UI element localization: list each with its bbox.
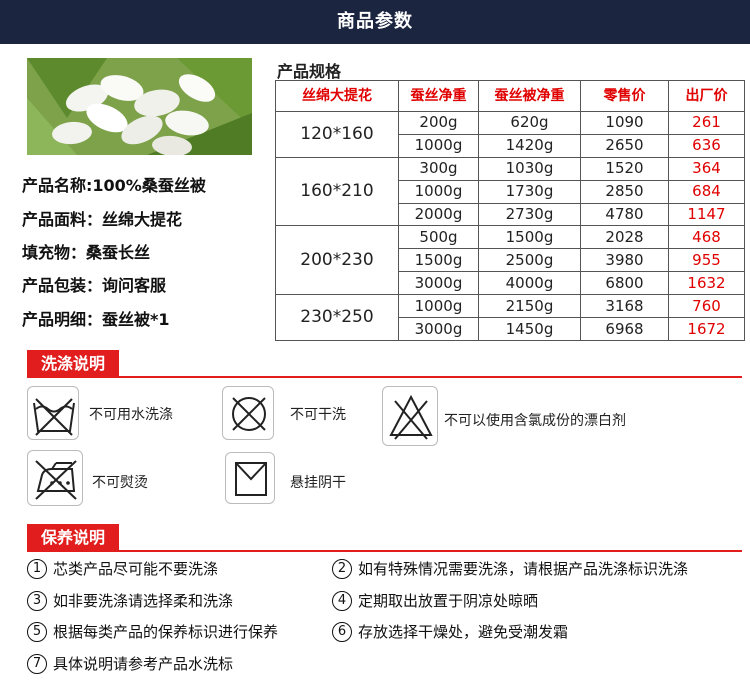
factory-price-cell: 261 — [668, 111, 745, 135]
page-title: 商品参数 — [337, 11, 413, 32]
retail-price-cell: 1090 — [580, 111, 669, 135]
silk-weight-cell: 200g — [398, 111, 479, 135]
factory-price-cell: 1672 — [668, 317, 745, 341]
care-text: 存放选择干燥处，避免受潮发霜 — [358, 623, 569, 641]
retail-price-cell: 2650 — [580, 133, 669, 158]
quilt-weight-cell: 4000g — [478, 271, 581, 296]
quilt-weight-cell: 1730g — [478, 179, 581, 204]
retail-price-cell: 6800 — [580, 271, 669, 296]
care-number: 5 — [27, 621, 47, 642]
quilt-weight-cell: 1030g — [478, 156, 581, 181]
silk-weight-cell: 1000g — [398, 294, 479, 319]
factory-price-cell: 684 — [668, 179, 745, 204]
retail-price-cell: 4780 — [580, 202, 669, 227]
no-iron-icon — [27, 450, 83, 506]
quilt-weight-cell: 1450g — [478, 317, 581, 341]
quilt-weight-cell: 620g — [478, 111, 581, 135]
header-quilt-weight: 蚕丝被净重 — [478, 80, 581, 112]
product-photo — [27, 58, 252, 155]
spec-title: 产品规格 — [277, 62, 342, 81]
hang-dry-shade-icon — [225, 452, 275, 504]
retail-price-cell: 1520 — [580, 156, 669, 181]
wash-section-tag: 洗涤说明 — [27, 350, 119, 377]
care-item: 5 根据每类产品的保养标识进行保养 — [27, 621, 278, 642]
header-retail-price: 零售价 — [580, 80, 669, 112]
care-number: 4 — [332, 590, 352, 611]
care-number: 1 — [27, 558, 47, 579]
care-item: 2 如有特殊情况需要洗涤，请根据产品洗涤标识洗涤 — [332, 558, 688, 579]
care-text: 定期取出放置于阴凉处晾晒 — [358, 592, 539, 610]
silk-weight-cell: 3000g — [398, 317, 479, 341]
factory-price-cell: 636 — [668, 133, 745, 158]
table-row: 200*230 500g 1500g 2028 468 — [275, 225, 745, 296]
care-number: 2 — [332, 558, 352, 579]
header-silk-weight: 蚕丝净重 — [398, 80, 479, 112]
retail-price-cell: 6968 — [580, 317, 669, 341]
care-text: 芯类产品尽可能不要洗涤 — [53, 560, 219, 578]
quilt-weight-cell: 2500g — [478, 248, 581, 273]
no-dry-clean-icon — [222, 386, 274, 440]
silk-weight-cell: 1000g — [398, 133, 479, 158]
header-size: 丝绵大提花 — [275, 80, 399, 112]
factory-price-cell: 364 — [668, 156, 745, 181]
wash-label: 不可以使用含氯成份的漂白剂 — [444, 413, 626, 429]
size-cell: 200*230 — [275, 225, 399, 296]
care-number: 7 — [27, 653, 47, 674]
care-text: 根据每类产品的保养标识进行保养 — [53, 623, 279, 641]
care-item: 3 如非要洗涤请选择柔和洗涤 — [27, 590, 233, 611]
quilt-weight-cell: 1420g — [478, 133, 581, 158]
wash-label: 不可干洗 — [290, 407, 346, 423]
wash-label: 不可用水洗涤 — [89, 407, 173, 423]
header-bar: 商品参数 — [0, 0, 750, 44]
care-item: 6 存放选择干燥处，避免受潮发霜 — [332, 621, 568, 642]
size-cell: 160*210 — [275, 156, 399, 227]
retail-price-cell: 3980 — [580, 248, 669, 273]
retail-price-cell: 2028 — [580, 225, 669, 250]
silk-weight-cell: 3000g — [398, 271, 479, 296]
wash-label: 不可熨烫 — [92, 475, 148, 491]
spec-header-row: 丝绵大提花 蚕丝净重 蚕丝被净重 零售价 出厂价 — [275, 80, 745, 112]
silk-weight-cell: 1500g — [398, 248, 479, 273]
care-item: 7 具体说明请参考产品水洗标 — [27, 653, 233, 674]
quilt-weight-cell: 2150g — [478, 294, 581, 319]
product-packaging: 产品包装：询问客服 — [22, 276, 167, 295]
factory-price-cell: 955 — [668, 248, 745, 273]
wash-section-divider — [27, 376, 742, 378]
no-chlorine-bleach-icon — [382, 386, 438, 446]
care-section-tag: 保养说明 — [27, 524, 119, 551]
factory-price-cell: 1147 — [668, 202, 745, 227]
header-factory-price: 出厂价 — [668, 80, 745, 112]
spec-table: 丝绵大提花 蚕丝净重 蚕丝被净重 零售价 出厂价 120*160 200g 62… — [275, 80, 745, 341]
quilt-weight-cell: 2730g — [478, 202, 581, 227]
silk-weight-cell: 1000g — [398, 179, 479, 204]
factory-price-cell: 468 — [668, 225, 745, 250]
table-row: 160*210 300g 1030g 1520 364 — [275, 156, 745, 227]
table-row: 120*160 200g 620g 1090 261 — [275, 111, 745, 158]
care-section-divider — [27, 550, 742, 552]
silk-weight-cell: 300g — [398, 156, 479, 181]
retail-price-cell: 3168 — [580, 294, 669, 319]
product-fabric: 产品面料：丝绵大提花 — [22, 210, 183, 229]
factory-price-cell: 760 — [668, 294, 745, 319]
no-water-wash-icon — [27, 386, 79, 440]
quilt-weight-cell: 1500g — [478, 225, 581, 250]
care-text: 如非要洗涤请选择柔和洗涤 — [53, 592, 234, 610]
retail-price-cell: 2850 — [580, 179, 669, 204]
care-text: 如有特殊情况需要洗涤，请根据产品洗涤标识洗涤 — [358, 560, 689, 578]
care-item: 4 定期取出放置于阴凉处晾晒 — [332, 590, 538, 611]
product-details: 产品明细：蚕丝被*1 — [22, 310, 170, 329]
size-cell: 230*250 — [275, 294, 399, 341]
care-item: 1 芯类产品尽可能不要洗涤 — [27, 558, 218, 579]
silk-weight-cell: 500g — [398, 225, 479, 250]
product-name: 产品名称:100%桑蚕丝被 — [22, 176, 206, 195]
wash-label: 悬挂阴干 — [290, 475, 346, 491]
care-number: 3 — [27, 590, 47, 611]
table-row: 230*250 1000g 2150g 3168 760 — [275, 294, 745, 341]
product-filling: 填充物：桑蚕长丝 — [22, 243, 151, 262]
care-number: 6 — [332, 621, 352, 642]
size-cell: 120*160 — [275, 111, 399, 158]
silk-weight-cell: 2000g — [398, 202, 479, 227]
factory-price-cell: 1632 — [668, 271, 745, 296]
care-text: 具体说明请参考产品水洗标 — [53, 655, 234, 673]
